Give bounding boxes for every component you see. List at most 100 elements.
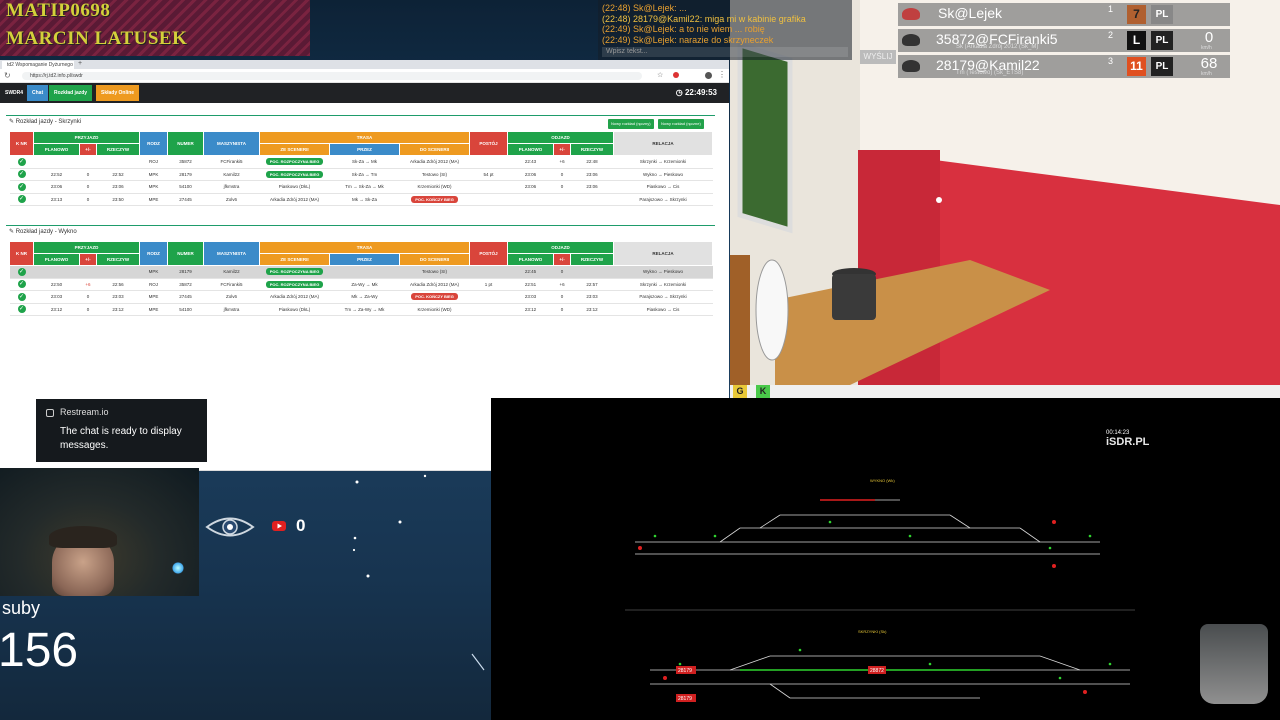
app-brand[interactable]: SWDR4: [0, 85, 29, 101]
clock-icon: ◷: [675, 88, 685, 97]
col-type: RODZ: [139, 131, 169, 156]
table-cell: 54 pt: [469, 168, 508, 181]
game-k-button[interactable]: K: [756, 385, 770, 398]
table-cell: 54100: [167, 180, 204, 194]
confirm-check-icon[interactable]: ✓: [9, 290, 34, 304]
table-row[interactable]: ✓ 23:03 0 23:03 MPE 27445 Zolv6 Arkadia Zdrój 2…: [9, 290, 713, 304]
new-timetable-button[interactable]: Nowy rozkład (ręczny): [608, 119, 654, 129]
table-cell: Za-Wy → Mk: [329, 278, 400, 291]
player-level: 11: [1127, 57, 1146, 76]
restream-chat-widget: Restream.io The chat is ready to display…: [36, 399, 207, 462]
table-cell: 23:50: [96, 193, 140, 206]
table-row[interactable]: ✓ 23:12 0 23:12 MPE 54100 jfkmstra Piaskowo (Dk…: [9, 303, 713, 316]
table-cell: 23:13: [33, 193, 80, 206]
table-cell: 0: [553, 180, 571, 194]
table-cell: 23:06: [507, 180, 554, 194]
table-cell: MPE: [139, 290, 168, 304]
confirm-check-icon[interactable]: ✓: [9, 303, 34, 316]
new-timetable-button-2[interactable]: Nowy rozkład (ręczne): [658, 119, 704, 129]
table-cell: POC. KOŃCZY BIEG: [399, 290, 470, 304]
col-type: RODZ: [139, 241, 169, 266]
streamer-hair: [49, 526, 117, 548]
confirm-check-icon[interactable]: ✓: [9, 278, 34, 291]
confirm-check-icon[interactable]: ✓: [9, 168, 34, 181]
section-icon: ✎: [9, 119, 16, 125]
table-cell: Arkadia Zdrój 2012 (MA): [399, 278, 470, 291]
extension-icon[interactable]: [673, 72, 679, 78]
table-cell: 22:56: [96, 278, 140, 291]
confirm-check-icon[interactable]: ✓: [9, 265, 34, 279]
timetable-section-skrzynki: ✎ Rozkład jazdy - Skrzynki Nowy rozkład …: [6, 115, 715, 206]
menu-kebab-icon[interactable]: ⋮: [718, 70, 726, 79]
table-cell: 22:43: [507, 155, 554, 169]
rail-track-diagram: WYKNO (Wk) SKRZYNKI (Sk) 28179 28872 281…: [625, 478, 1135, 702]
star-icon[interactable]: ☆: [657, 71, 663, 79]
confirm-check-icon[interactable]: ✓: [9, 193, 34, 206]
col-via: PRZEZ: [329, 253, 401, 266]
profile-icon[interactable]: [705, 72, 712, 79]
game-g-button[interactable]: G: [733, 385, 747, 398]
table-cell: Piaskowo → Cis: [613, 180, 713, 194]
col-relation: RELACJA: [613, 241, 714, 266]
browser-address-bar: ↻ https://rj.td2.info.pl/swdr ☆ ⋮: [0, 69, 729, 83]
player-row: Sk@Lejek 1 7 PL: [898, 3, 1230, 26]
table-cell: ROJ: [139, 278, 168, 291]
browser-tab[interactable]: td2 Wspomaganie Dyżurnego: [2, 61, 74, 69]
col-number: NUMER: [167, 241, 205, 266]
table-cell: ROJ: [139, 155, 168, 169]
new-tab-icon[interactable]: +: [78, 60, 82, 67]
table-cell: 54100: [167, 303, 204, 316]
station-label-bottom: SKRZYNKI (Sk): [858, 629, 887, 634]
webcam-feed: [0, 468, 199, 596]
table-cell: [469, 290, 508, 304]
train-tag-label: 28872: [870, 668, 884, 674]
table-cell: 0: [553, 290, 571, 304]
starfield-decoration: [352, 474, 485, 671]
table-cell: 0: [553, 303, 571, 316]
table-cell: Piaskowo (DkL): [259, 180, 330, 194]
col-delay: +/-: [553, 253, 572, 266]
table-cell: Zolv6: [203, 290, 260, 304]
subs-count: 156: [0, 624, 79, 677]
confirm-check-icon[interactable]: ✓: [9, 155, 34, 169]
nick-secondary: MARCIN LATUSEK: [6, 28, 188, 49]
chat-send-button[interactable]: WYŚLIJ: [860, 50, 896, 64]
player-train: Tm (Testowo) (Sk_ETS8): [956, 70, 1024, 76]
col-actual: RZECZYW: [95, 253, 141, 266]
table-row[interactable]: ✓ 23:06 0 23:06 MPK 54100 jfkmstra Piaskowo (Dk…: [9, 180, 713, 194]
table-cell: FCFiranki5: [203, 155, 260, 169]
col-stop: POSTÓJ: [469, 241, 509, 266]
table-row[interactable]: ✓ MPK 28179 Kamil22 POC. ROZPOCZYNA BIEG Test…: [9, 265, 713, 279]
nav-timetable-button[interactable]: Rozkład jazdy: [49, 85, 93, 101]
player-speed: 68: [1200, 55, 1218, 72]
player-level: L: [1127, 31, 1146, 50]
table-cell: Sk-Za → Mk: [329, 155, 400, 169]
table-row[interactable]: ✓ 22:52 0 22:52 MPK 28179 Kamil22 POC. ROZPOCZY…: [9, 168, 713, 181]
table-cell: [507, 193, 554, 206]
col-actual: RZECZYW: [95, 143, 141, 156]
youtube-icon: [272, 521, 286, 531]
player-flag: PL: [1151, 5, 1173, 24]
table-cell: 22:50: [33, 278, 80, 291]
chat-input[interactable]: Wpisz tekst...: [602, 47, 848, 58]
table-row[interactable]: ✓ ROJ 35872 FCFiranki5 POC. ROZPOCZYNA BIEG S…: [9, 155, 713, 169]
table-cell: POC. ROZPOCZYNA BIEG: [259, 265, 330, 279]
reload-icon[interactable]: ↻: [4, 71, 11, 80]
speed-unit: km/h: [1201, 45, 1212, 51]
table-cell: 0: [79, 290, 97, 304]
table-cell: [96, 265, 140, 279]
clock-time: 22:49:53: [684, 88, 717, 97]
app-clock: ◷ 22:49:53: [676, 88, 717, 97]
status-pill: POC. KOŃCZY BIEG: [411, 293, 458, 301]
confirm-check-icon[interactable]: ✓: [9, 180, 34, 194]
table-row[interactable]: ✓ 23:13 0 23:50 MPE 27445 Zolv6 Arkadia Zdrój 2…: [9, 193, 713, 206]
nav-chat-button[interactable]: Chat: [27, 85, 49, 101]
col-delay: +/-: [79, 253, 97, 266]
table-cell: 23:12: [570, 303, 614, 316]
url-field[interactable]: https://rj.td2.info.pl/swdr: [22, 72, 642, 80]
table-cell: Mk → Sk-Za: [329, 193, 400, 206]
driver-cap-icon: [902, 8, 920, 20]
col-arrival: PRZYJAZD: [32, 131, 141, 144]
nav-consists-button[interactable]: Składy Online: [96, 85, 140, 101]
table-row[interactable]: ✓ 22:50 +6 22:56 ROJ 35872 FCFiranki5 POC. ROZP…: [9, 278, 713, 291]
